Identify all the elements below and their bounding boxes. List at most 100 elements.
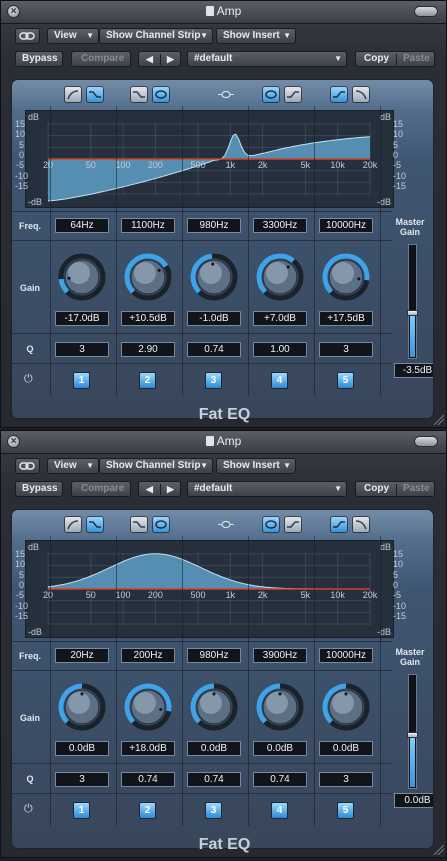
copy-button[interactable]: Copy	[364, 52, 389, 66]
band-5-enable-button[interactable]: 5	[337, 802, 354, 819]
band-3-enable-button[interactable]: 3	[205, 802, 222, 819]
gain-knob-band-3[interactable]	[189, 252, 239, 302]
q-field-band-3[interactable]: 0.74	[187, 342, 241, 357]
band4-bell-button[interactable]	[262, 516, 280, 533]
link-button[interactable]	[15, 458, 40, 474]
band4-shelf-button[interactable]	[284, 516, 302, 533]
gain-knob-band-4[interactable]	[255, 252, 305, 302]
high-shelf-button[interactable]	[330, 516, 348, 533]
next-preset-button[interactable]: ▶	[167, 482, 174, 496]
gain-knob-band-2[interactable]	[123, 682, 173, 732]
toolbar-toggle-button[interactable]	[414, 436, 438, 447]
next-preset-button[interactable]: ▶	[167, 52, 174, 66]
gain-knob-band-3[interactable]	[189, 682, 239, 732]
band-1-enable-button[interactable]: 1	[73, 372, 90, 389]
band-4-enable-button[interactable]: 4	[271, 802, 288, 819]
gain-knob-band-1[interactable]	[57, 252, 107, 302]
gain-knob-band-5[interactable]	[321, 682, 371, 732]
gain-field-band-3[interactable]: 0.0dB	[187, 741, 241, 756]
q-field-band-4[interactable]: 0.74	[253, 772, 307, 787]
show-channel-strip-menu[interactable]: Show Channel Strip ▼	[99, 458, 213, 474]
freq-field-band-5[interactable]: 10000Hz	[319, 648, 373, 663]
low-shelf-button[interactable]	[86, 86, 104, 103]
show-insert-menu[interactable]: Show Insert ▼	[216, 458, 296, 474]
high-cut-button[interactable]	[352, 86, 370, 103]
gain-knob-band-5[interactable]	[321, 252, 371, 302]
view-menu[interactable]: View ▼	[47, 28, 99, 44]
link-button[interactable]	[15, 28, 40, 44]
high-shelf-button[interactable]	[330, 86, 348, 103]
q-field-band-3[interactable]: 0.74	[187, 772, 241, 787]
q-field-band-5[interactable]: 3	[319, 342, 373, 357]
q-field-band-1[interactable]: 3	[55, 772, 109, 787]
master-gain-field[interactable]: 0.0dB	[394, 793, 433, 808]
show-insert-menu[interactable]: Show Insert ▼	[216, 28, 296, 44]
paste-button[interactable]: Paste	[403, 482, 430, 496]
band-5-enable-button[interactable]: 5	[337, 372, 354, 389]
fader-handle[interactable]	[407, 310, 418, 316]
gain-field-band-2[interactable]: +10.5dB	[121, 311, 175, 326]
q-field-band-4[interactable]: 1.00	[253, 342, 307, 357]
eq-curve-display[interactable]: dB dB -dB -dB 20 50 100 200 500 1k 2k 5k 10k 20k	[25, 540, 394, 638]
bypass-button[interactable]: Bypass	[15, 481, 63, 497]
band2-shelf-button[interactable]	[130, 516, 148, 533]
gain-knob-band-1[interactable]	[57, 682, 107, 732]
resize-grip[interactable]	[434, 415, 444, 425]
freq-field-band-3[interactable]: 980Hz	[187, 648, 241, 663]
compare-button[interactable]: Compare	[71, 481, 131, 497]
paste-button[interactable]: Paste	[403, 52, 430, 66]
low-cut-button[interactable]	[64, 516, 82, 533]
fader-handle[interactable]	[407, 732, 418, 738]
freq-field-band-3[interactable]: 980Hz	[187, 218, 241, 233]
master-gain-fader[interactable]	[407, 674, 418, 789]
eq-curve-display[interactable]: dB dB -dB -dB 20 50 100 200 500 1k 2k 5k 10k 20k	[25, 110, 394, 208]
freq-field-band-2[interactable]: 200Hz	[121, 648, 175, 663]
preset-menu[interactable]: #default ▼	[187, 51, 347, 67]
low-shelf-button[interactable]	[86, 516, 104, 533]
high-cut-button[interactable]	[352, 516, 370, 533]
previous-preset-button[interactable]: ◀	[146, 52, 153, 66]
band2-shelf-button[interactable]	[130, 86, 148, 103]
master-gain-field[interactable]: -3.5dB	[394, 363, 433, 378]
title-bar[interactable]: × Amp	[1, 431, 446, 454]
freq-field-band-5[interactable]: 10000Hz	[319, 218, 373, 233]
freq-field-band-2[interactable]: 1100Hz	[121, 218, 175, 233]
show-channel-strip-menu[interactable]: Show Channel Strip ▼	[99, 28, 213, 44]
toolbar-toggle-button[interactable]	[414, 6, 438, 17]
band-4-enable-button[interactable]: 4	[271, 372, 288, 389]
gain-field-band-1[interactable]: -17.0dB	[55, 311, 109, 326]
gain-field-band-4[interactable]: 0.0dB	[253, 741, 307, 756]
band4-bell-button[interactable]	[262, 86, 280, 103]
q-field-band-2[interactable]: 0.74	[121, 772, 175, 787]
gain-field-band-5[interactable]: 0.0dB	[319, 741, 373, 756]
copy-button[interactable]: Copy	[364, 482, 389, 496]
master-gain-fader[interactable]	[407, 244, 418, 359]
gain-field-band-4[interactable]: +7.0dB	[253, 311, 307, 326]
preset-menu[interactable]: #default ▼	[187, 481, 347, 497]
band-2-enable-button[interactable]: 2	[139, 372, 156, 389]
gain-knob-band-4[interactable]	[255, 682, 305, 732]
q-field-band-1[interactable]: 3	[55, 342, 109, 357]
gain-field-band-2[interactable]: +18.0dB	[121, 741, 175, 756]
view-menu[interactable]: View ▼	[47, 458, 99, 474]
band-3-enable-button[interactable]: 3	[205, 372, 222, 389]
gain-field-band-5[interactable]: +17.5dB	[319, 311, 373, 326]
gain-knob-band-2[interactable]	[123, 252, 173, 302]
freq-field-band-4[interactable]: 3300Hz	[253, 218, 307, 233]
freq-field-band-1[interactable]: 20Hz	[55, 648, 109, 663]
gain-field-band-3[interactable]: -1.0dB	[187, 311, 241, 326]
title-bar[interactable]: × Amp	[1, 1, 446, 24]
q-field-band-5[interactable]: 3	[319, 772, 373, 787]
band4-shelf-button[interactable]	[284, 86, 302, 103]
band2-bell-button[interactable]	[152, 516, 170, 533]
bypass-button[interactable]: Bypass	[15, 51, 63, 67]
band-1-enable-button[interactable]: 1	[73, 802, 90, 819]
resize-grip[interactable]	[434, 845, 444, 855]
gain-field-band-1[interactable]: 0.0dB	[55, 741, 109, 756]
band-2-enable-button[interactable]: 2	[139, 802, 156, 819]
previous-preset-button[interactable]: ◀	[146, 482, 153, 496]
band2-bell-button[interactable]	[152, 86, 170, 103]
q-field-band-2[interactable]: 2.90	[121, 342, 175, 357]
compare-button[interactable]: Compare	[71, 51, 131, 67]
freq-field-band-4[interactable]: 3900Hz	[253, 648, 307, 663]
